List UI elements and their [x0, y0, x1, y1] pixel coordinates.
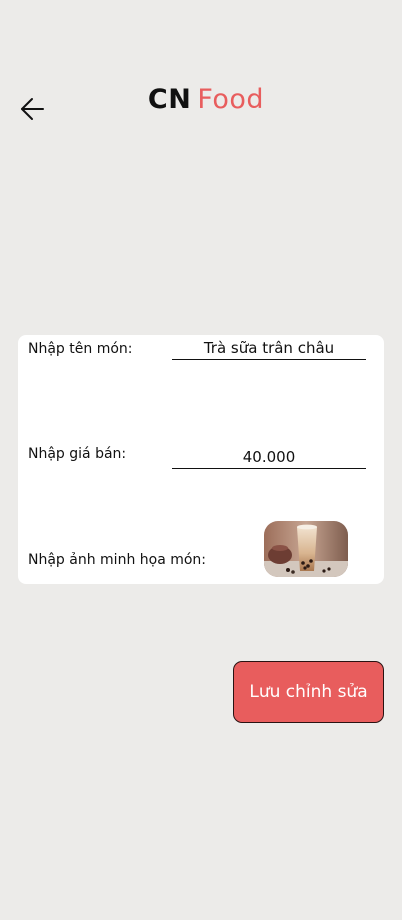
dish-price-label: Nhập giá bán: [28, 446, 127, 462]
dish-price-input[interactable] [172, 448, 366, 469]
save-changes-button[interactable]: Lưu chỉnh sửa [233, 661, 384, 723]
milk-tea-photo [264, 521, 348, 577]
dish-name-label: Nhập tên món: [28, 341, 133, 357]
dish-image-picker[interactable] [264, 521, 348, 577]
edit-dish-screen: CNFood Nhập tên món: Nhập giá bán: Nhập … [0, 0, 402, 920]
brand-food: Food [197, 84, 265, 115]
app-logo: CN Food [0, 84, 402, 115]
brand-cn: CN [147, 84, 192, 115]
dish-image-label: Nhập ảnh minh họa món: [28, 552, 207, 568]
dish-name-input[interactable] [172, 339, 366, 360]
dish-form-card: Nhập tên món: Nhập giá bán: Nhập ảnh min… [18, 335, 384, 584]
